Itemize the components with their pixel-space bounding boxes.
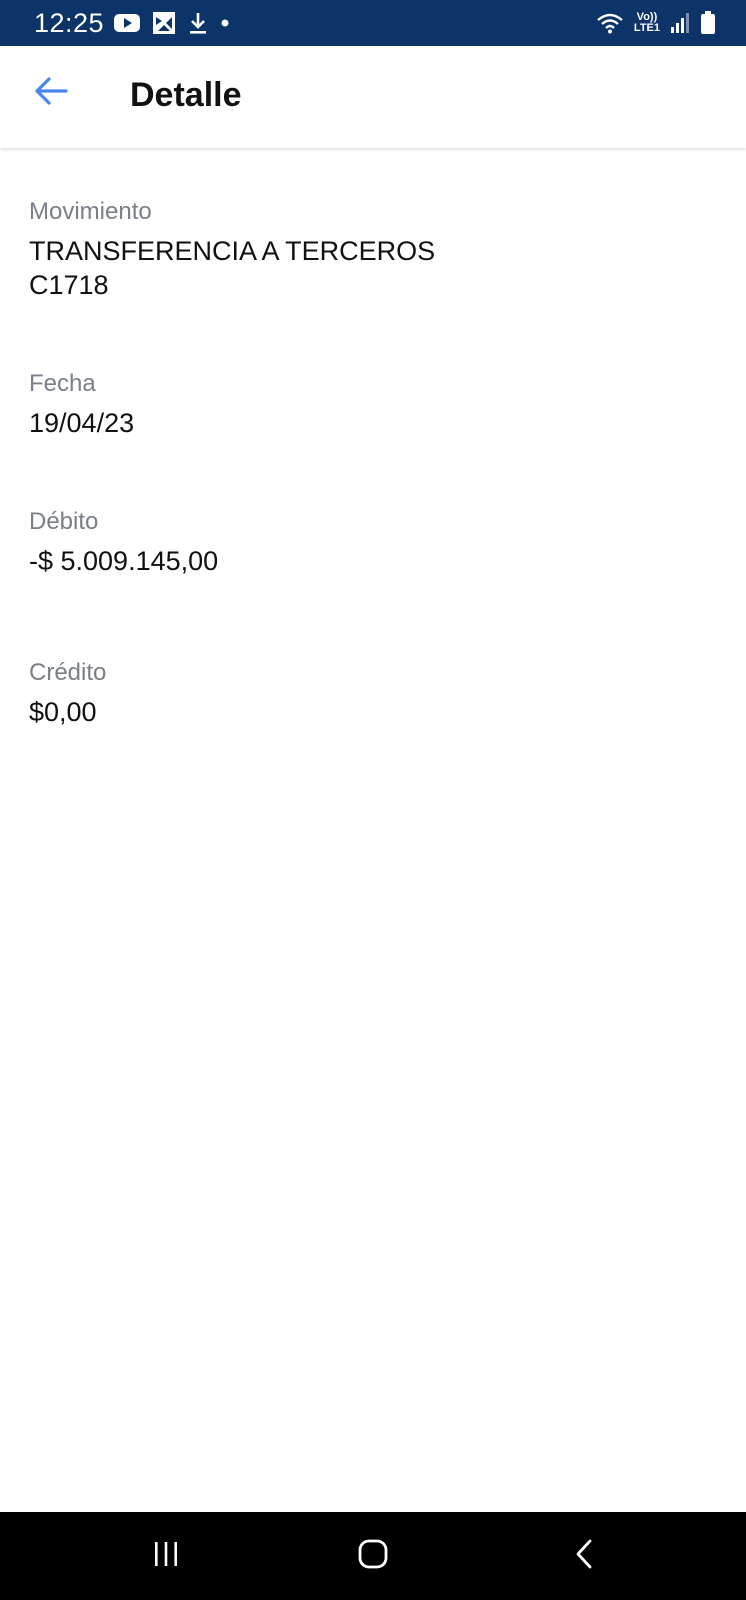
battery-icon [700, 11, 716, 35]
home-icon [357, 1538, 389, 1575]
notification-icons [114, 11, 230, 35]
back-button[interactable] [28, 70, 74, 116]
back-icon [572, 1538, 596, 1575]
recents-icon [151, 1540, 181, 1573]
status-time: 12:25 [34, 7, 105, 38]
field-value: TRANSFERENCIA A TERCEROS C1718 [29, 234, 435, 302]
dot-icon [220, 18, 230, 28]
field-value-line: TRANSFERENCIA A TERCEROS [29, 236, 436, 266]
field-movimiento: Movimiento TRANSFERENCIA A TERCEROS C171… [29, 196, 435, 302]
field-label: Movimiento [29, 198, 152, 225]
field-value-line: 19/04/23 [29, 408, 135, 438]
arrow-left-icon [34, 76, 68, 111]
field-value-line: -$ 5.009.145,00 [29, 546, 219, 576]
field-label: Débito [29, 508, 99, 535]
home-button[interactable] [351, 1534, 395, 1578]
field-value: 19/04/23 [29, 406, 134, 440]
app-bar: Detalle [0, 46, 746, 148]
page-title: Detalle [130, 76, 242, 114]
field-fecha: Fecha 19/04/23 [29, 368, 134, 440]
field-label: Crédito [29, 659, 107, 686]
field-value: -$ 5.009.145,00 [29, 544, 218, 578]
wifi-icon [596, 11, 624, 35]
photos-icon [152, 11, 176, 35]
status-bar: 12:25 Vo)) LTE1 [0, 0, 746, 46]
youtube-icon [114, 13, 141, 33]
field-value: $0,00 [29, 695, 106, 729]
field-credito: Crédito $0,00 [29, 657, 106, 729]
field-value-line: C1718 [29, 270, 109, 300]
status-right: Vo)) LTE1 [596, 11, 716, 35]
status-left: 12:25 [34, 8, 230, 39]
volte-lte-indicator: Vo)) LTE1 [634, 12, 660, 34]
field-value-line: $0,00 [29, 697, 97, 727]
field-label: Fecha [29, 370, 96, 397]
download-icon [188, 11, 208, 35]
recents-button[interactable] [144, 1534, 188, 1578]
signal-icon [670, 12, 690, 34]
field-debito: Débito -$ 5.009.145,00 [29, 506, 218, 578]
nav-back-button[interactable] [562, 1534, 606, 1578]
lte-label: LTE1 [633, 22, 660, 34]
system-nav-bar [0, 1512, 746, 1600]
